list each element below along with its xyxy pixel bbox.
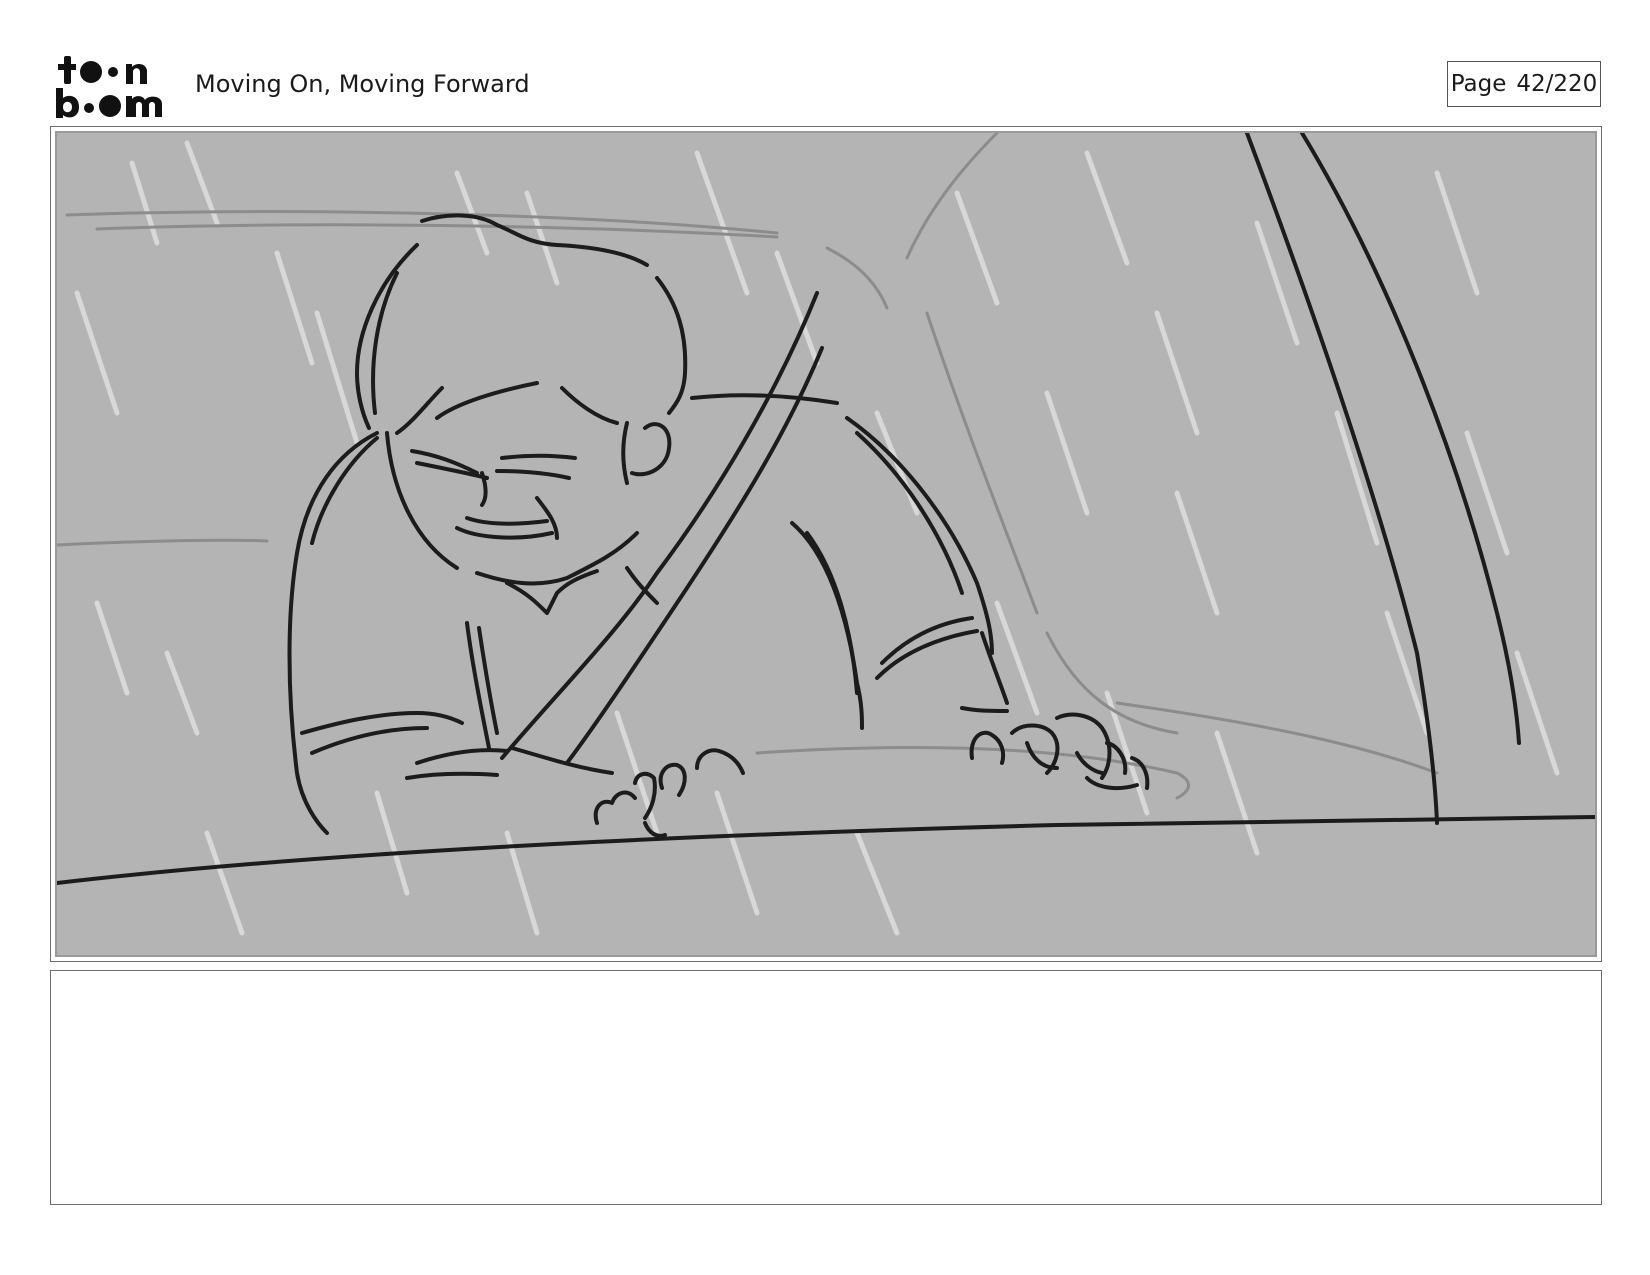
storyboard-panel (50, 126, 1602, 962)
document-title: Moving On, Moving Forward (195, 70, 530, 98)
page-number: 42/220 (1516, 71, 1598, 97)
toon-boom-logo (54, 54, 174, 118)
page-indicator: Page 42/220 (1447, 61, 1601, 107)
storyboard-sketch (55, 131, 1597, 957)
page-label: Page (1450, 71, 1507, 97)
panel-notes (50, 970, 1602, 1205)
